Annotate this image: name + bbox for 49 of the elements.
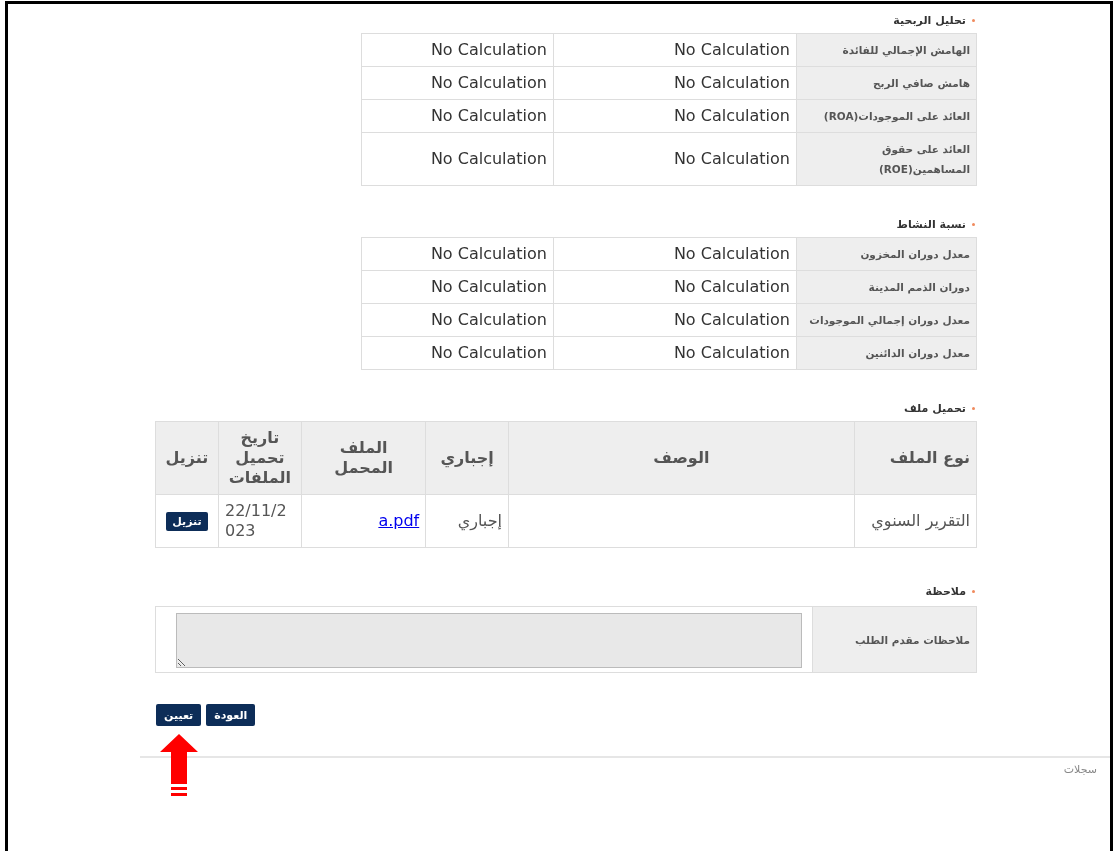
table-cell: No Calculation: [553, 33, 797, 67]
section-title: نسبة النشاط: [896, 217, 966, 231]
bullet-icon: [972, 18, 975, 22]
section-title: ملاحظة: [925, 585, 966, 598]
records-link[interactable]: سجلات: [1063, 763, 1097, 776]
column-header: نوع الملف: [854, 421, 977, 495]
row-label: هامش صافي الربح: [796, 66, 977, 100]
table-cell: No Calculation: [361, 237, 554, 271]
row-label: معدل دوران إجمالي الموجودات: [796, 303, 977, 337]
action-button[interactable]: تعيين: [156, 704, 202, 726]
table-cell: No Calculation: [361, 336, 554, 370]
row-label: ملاحظات مقدم الطلب: [812, 606, 977, 673]
column-header: إجباري: [425, 421, 509, 495]
action-button[interactable]: العودة: [206, 704, 256, 726]
row-label: معدل دوران المخزون: [796, 237, 977, 271]
column-header: تنزيل: [155, 421, 219, 495]
section-title: تحليل الربحية: [893, 13, 966, 27]
table-cell: No Calculation: [553, 336, 797, 370]
bullet-icon: [972, 590, 975, 593]
row-label: الهامش الإجمالي للفائدة: [796, 33, 977, 67]
table-cell: No Calculation: [553, 237, 797, 271]
table-cell: التقرير السنوي: [854, 494, 977, 548]
table-cell: No Calculation: [361, 270, 554, 304]
table-cell: إجباري: [425, 494, 509, 548]
column-header: الملف المحمل: [301, 421, 426, 495]
table-cell: No Calculation: [553, 99, 797, 133]
download-button[interactable]: تنزيل: [166, 511, 208, 531]
table-cell: No Calculation: [361, 99, 554, 133]
column-header: الوصف: [508, 421, 855, 495]
column-header: تاريخ تحميل الملفات: [218, 421, 302, 495]
section-title: تحميل ملف: [904, 401, 966, 415]
row-label: معدل دوران الدائنين: [796, 336, 977, 370]
file-link[interactable]: a.pdf: [378, 511, 420, 530]
table-cell: No Calculation: [553, 66, 797, 100]
table-cell: 22/11/2023: [218, 494, 302, 548]
table-cell: No Calculation: [553, 270, 797, 304]
bullet-icon: [972, 222, 975, 226]
table-cell: No Calculation: [361, 303, 554, 337]
table-cell: No Calculation: [361, 132, 554, 186]
table-cell: No Calculation: [553, 303, 797, 337]
row-label: دوران الذمم المدينة: [796, 270, 977, 304]
table-cell: No Calculation: [361, 66, 554, 100]
row-label: العائد على الموجودات(ROA): [796, 99, 977, 133]
table-cell: No Calculation: [553, 132, 797, 186]
pointer-arrow-drawing: [159, 734, 198, 796]
table-cell: No Calculation: [361, 33, 554, 67]
notes-field[interactable]: [176, 613, 802, 668]
row-label: العائد على حقوق المساهمين(ROE): [796, 132, 977, 186]
bullet-icon: [972, 406, 975, 410]
